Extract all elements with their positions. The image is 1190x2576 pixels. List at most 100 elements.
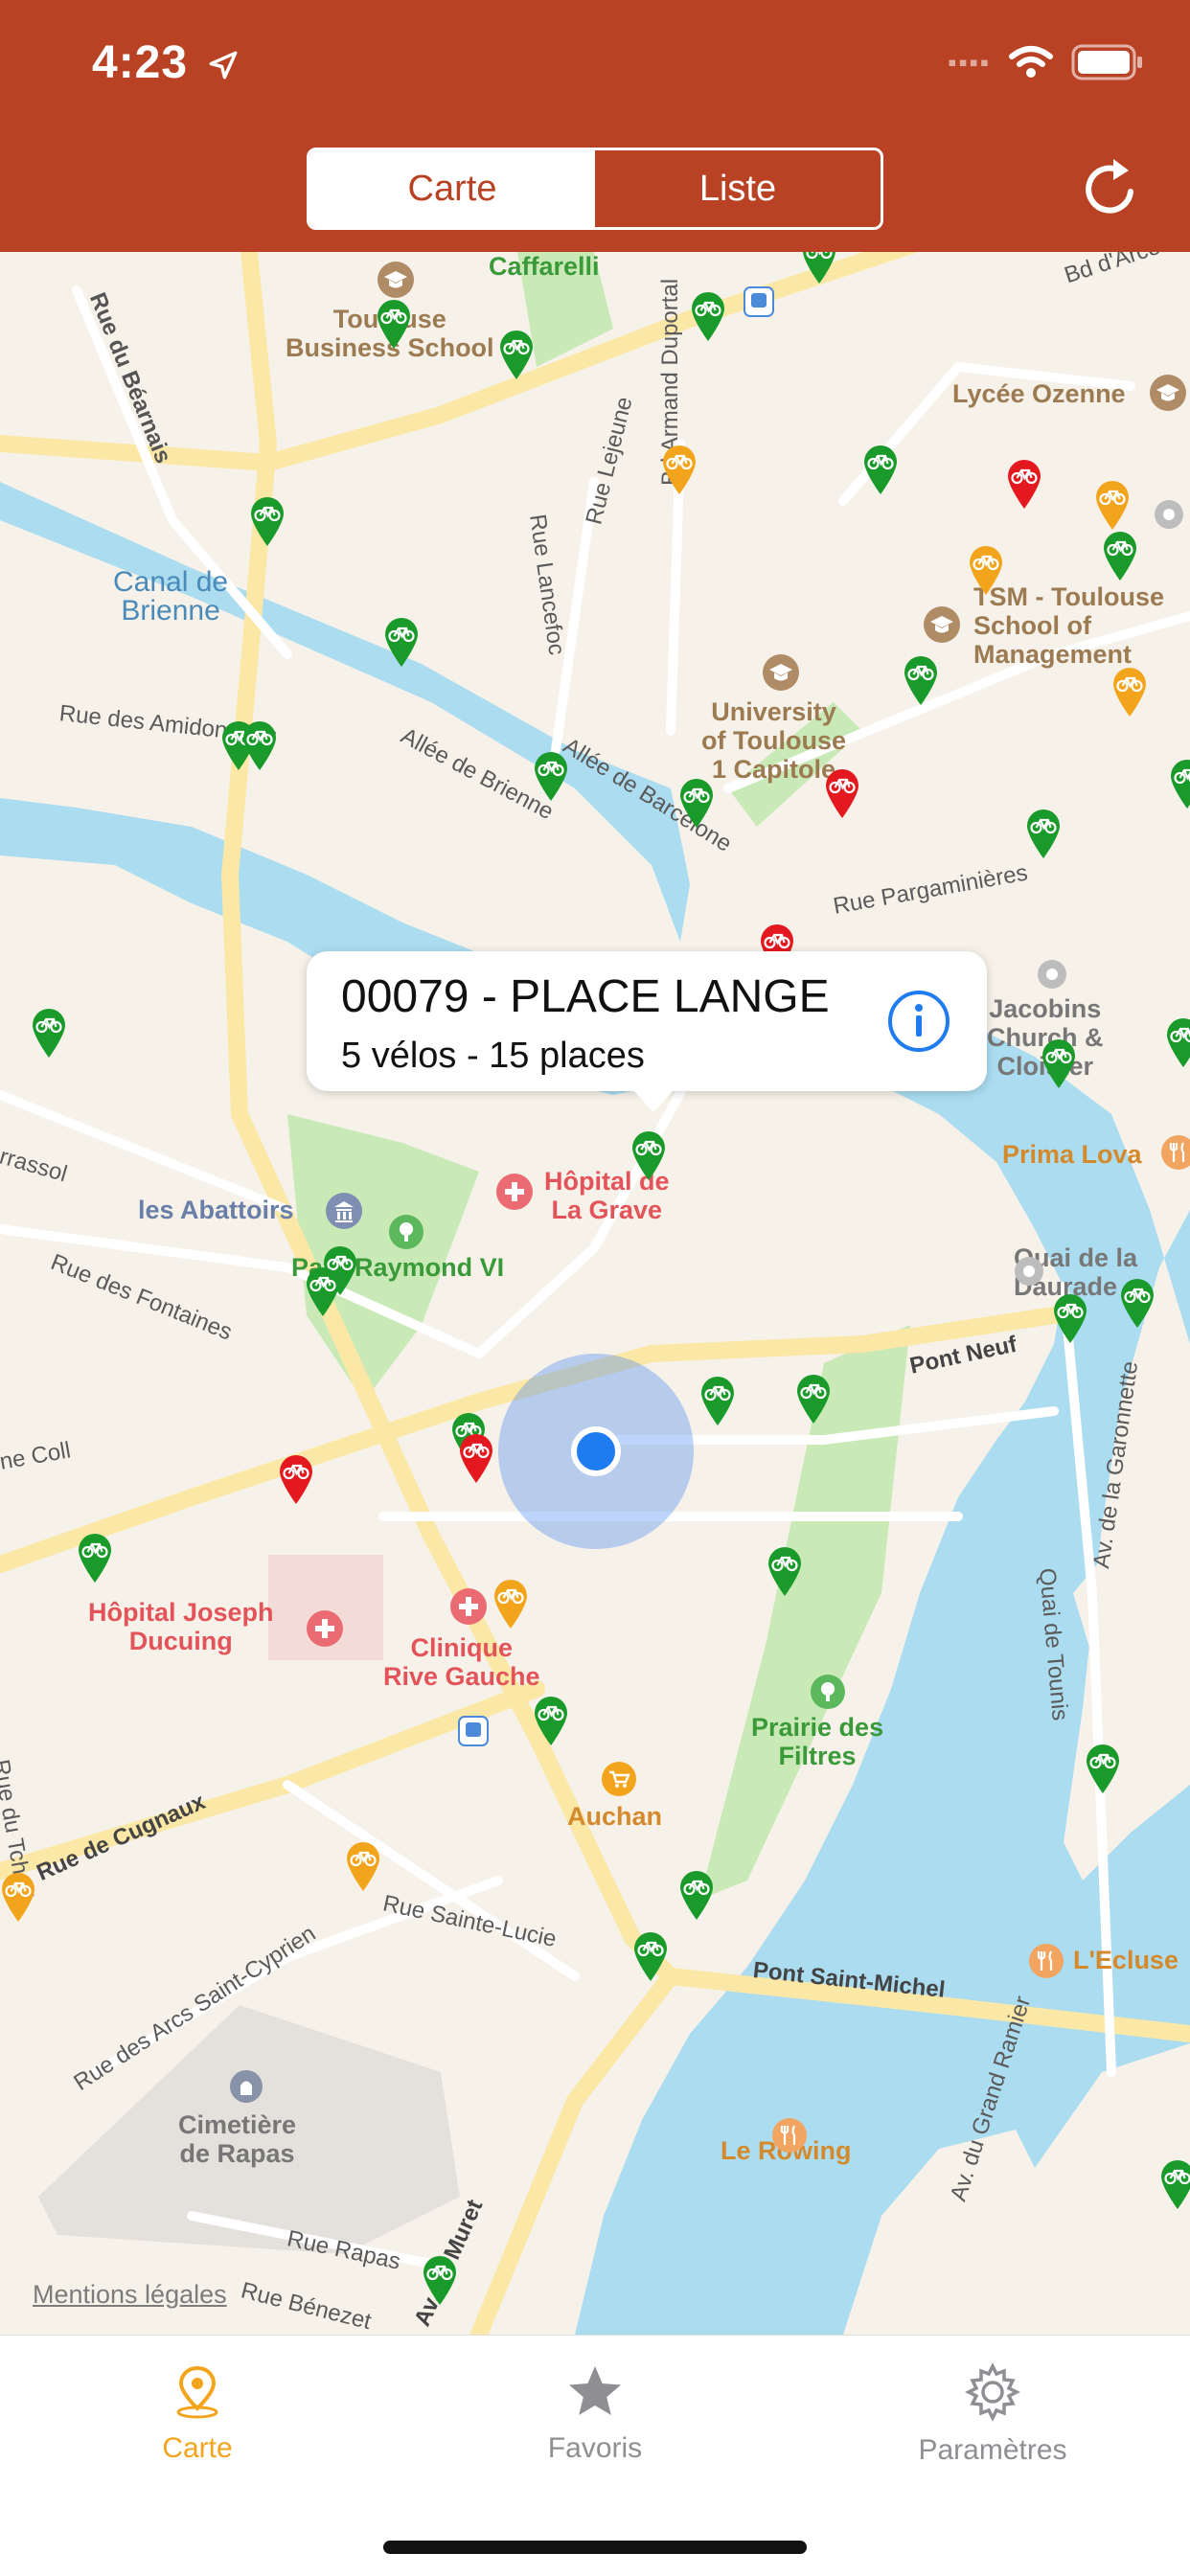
- bike-station-marker-green[interactable]: [1169, 758, 1190, 809]
- bike-station-marker-green[interactable]: [903, 654, 939, 706]
- place-label-abattoirs: les Abattoirs: [138, 1196, 294, 1224]
- tree-icon: [811, 1675, 845, 1709]
- bike-station-marker-orange[interactable]: [1111, 666, 1148, 718]
- bike-station-marker-green[interactable]: [1165, 1016, 1190, 1068]
- tab-label: Favoris: [470, 2432, 720, 2465]
- bike-station-marker-green[interactable]: [699, 1375, 736, 1426]
- segment-liste[interactable]: Liste: [595, 150, 881, 227]
- bike-station-marker-red[interactable]: [278, 1453, 314, 1505]
- bike-station-marker-orange[interactable]: [968, 544, 1004, 596]
- bike-station-marker-green[interactable]: [801, 252, 837, 285]
- callout-title: 00079 - PLACE LANGE: [341, 970, 830, 1023]
- location-arrow-icon: [207, 49, 240, 81]
- bike-station-marker-red[interactable]: [1006, 458, 1042, 510]
- wifi-icon: [1008, 45, 1054, 80]
- tab-parametres[interactable]: Paramètres: [868, 2362, 1117, 2467]
- user-location: [498, 1354, 694, 1549]
- shopping-cart-icon: [602, 1762, 636, 1796]
- bike-station-marker-green[interactable]: [1041, 1037, 1077, 1089]
- view-segmented-control[interactable]: Carte Liste: [307, 148, 883, 230]
- bike-station-marker-green[interactable]: [1119, 1277, 1156, 1329]
- bike-station-marker-orange[interactable]: [661, 444, 698, 495]
- bike-station-marker-green[interactable]: [498, 329, 535, 380]
- bike-station-marker-green[interactable]: [767, 1545, 803, 1597]
- place-label-lycee-ozenne: Lycée Ozenne: [952, 379, 1126, 408]
- tab-label: Carte: [73, 2432, 322, 2465]
- tree-icon: [389, 1215, 423, 1249]
- restaurant-icon: [1029, 1944, 1064, 1978]
- place-label-prima-lova: Prima Lova: [1002, 1140, 1142, 1169]
- bike-station-marker-green[interactable]: [249, 495, 286, 547]
- cemetery-icon: [230, 2070, 263, 2103]
- tab-favoris[interactable]: Favoris: [470, 2362, 720, 2465]
- station-callout[interactable]: 00079 - PLACE LANGE 5 vélos - 15 places: [307, 951, 987, 1091]
- place-label-auchan: Auchan: [567, 1802, 662, 1831]
- bike-station-marker-green[interactable]: [31, 1007, 67, 1059]
- bike-station-marker-green[interactable]: [678, 1869, 715, 1921]
- gear-icon: [963, 2362, 1022, 2422]
- tab-carte[interactable]: Carte: [73, 2362, 322, 2465]
- tab-bar: Carte Favoris Paramètres: [0, 2335, 1190, 2576]
- restaurant-icon: [1161, 1135, 1190, 1170]
- status-icons: ▪▪▪▪: [948, 44, 1144, 80]
- place-label-canal: Canal de Brienne: [113, 568, 228, 626]
- bike-station-marker-green[interactable]: [533, 750, 569, 802]
- bike-station-marker-green[interactable]: [305, 1265, 341, 1317]
- bike-station-marker-green[interactable]: [690, 290, 726, 342]
- bike-station-marker-green[interactable]: [632, 1930, 669, 1982]
- place-label-cimetiere: Cimetière de Rapas: [178, 2110, 296, 2168]
- bike-station-marker-green[interactable]: [862, 444, 899, 495]
- map-pin-icon: [172, 2362, 223, 2420]
- bike-station-marker-green[interactable]: [241, 719, 278, 771]
- bike-station-marker-green[interactable]: [1025, 808, 1062, 859]
- place-label-caffarelli: Caffarelli: [489, 252, 600, 281]
- transit-icon: [744, 286, 774, 317]
- place-label-lecluse: L'Ecluse: [1073, 1946, 1179, 1974]
- segment-carte[interactable]: Carte: [309, 150, 595, 227]
- landmark-icon: [1154, 499, 1184, 530]
- bike-station-marker-green[interactable]: [1102, 530, 1138, 581]
- bike-station-marker-red[interactable]: [458, 1432, 494, 1484]
- hospital-icon: [496, 1174, 533, 1210]
- bike-station-marker-green[interactable]: [630, 1129, 667, 1181]
- callout-subtitle: 5 vélos - 15 places: [341, 1036, 645, 1077]
- bike-station-marker-orange[interactable]: [0, 1871, 36, 1923]
- star-icon: [566, 2362, 624, 2420]
- bike-station-marker-green[interactable]: [1159, 2158, 1190, 2210]
- bike-station-marker-red[interactable]: [824, 767, 860, 819]
- place-label-hopital-ducuing: Hôpital Joseph Ducuing: [88, 1598, 274, 1655]
- hospital-icon: [307, 1610, 343, 1647]
- bike-station-marker-green[interactable]: [376, 298, 412, 350]
- bike-station-marker-green[interactable]: [1052, 1292, 1088, 1344]
- legal-link[interactable]: Mentions légales: [33, 2280, 227, 2310]
- bike-station-marker-orange[interactable]: [345, 1840, 381, 1892]
- bike-station-marker-green[interactable]: [1085, 1743, 1121, 1794]
- school-icon: [924, 606, 960, 643]
- refresh-icon[interactable]: [1075, 153, 1146, 224]
- bike-station-marker-orange[interactable]: [492, 1578, 529, 1630]
- bike-station-marker-green[interactable]: [533, 1695, 569, 1746]
- bike-station-marker-green[interactable]: [77, 1532, 113, 1584]
- map-view[interactable]: Bd d'Arcole Rue du Béarnais Rue Lancefoc…: [0, 252, 1190, 2335]
- signal-icon: ▪▪▪▪: [948, 48, 991, 78]
- place-label-prairie: Prairie des Filtres: [751, 1713, 883, 1770]
- bike-station-marker-green[interactable]: [422, 2254, 458, 2306]
- restaurant-icon: [772, 2118, 807, 2153]
- museum-icon: [326, 1193, 362, 1229]
- status-time: 4:23: [92, 36, 240, 89]
- user-location-dot: [571, 1426, 621, 1476]
- landmark-icon: [1014, 1256, 1044, 1287]
- top-bar: 4:23 ▪▪▪▪ Carte Liste: [0, 0, 1190, 252]
- bike-station-marker-green[interactable]: [678, 777, 715, 829]
- bike-station-marker-green[interactable]: [795, 1373, 832, 1425]
- info-icon[interactable]: [887, 990, 950, 1053]
- hospital-icon: [450, 1588, 487, 1625]
- church-icon: [1037, 959, 1067, 990]
- school-icon: [763, 654, 799, 691]
- bike-station-marker-green[interactable]: [383, 616, 420, 668]
- home-indicator: [383, 2541, 807, 2554]
- transit-icon: [458, 1716, 489, 1746]
- place-label-clinique: Clinique Rive Gauche: [383, 1633, 540, 1691]
- school-icon: [378, 262, 414, 298]
- bike-station-marker-orange[interactable]: [1094, 479, 1131, 531]
